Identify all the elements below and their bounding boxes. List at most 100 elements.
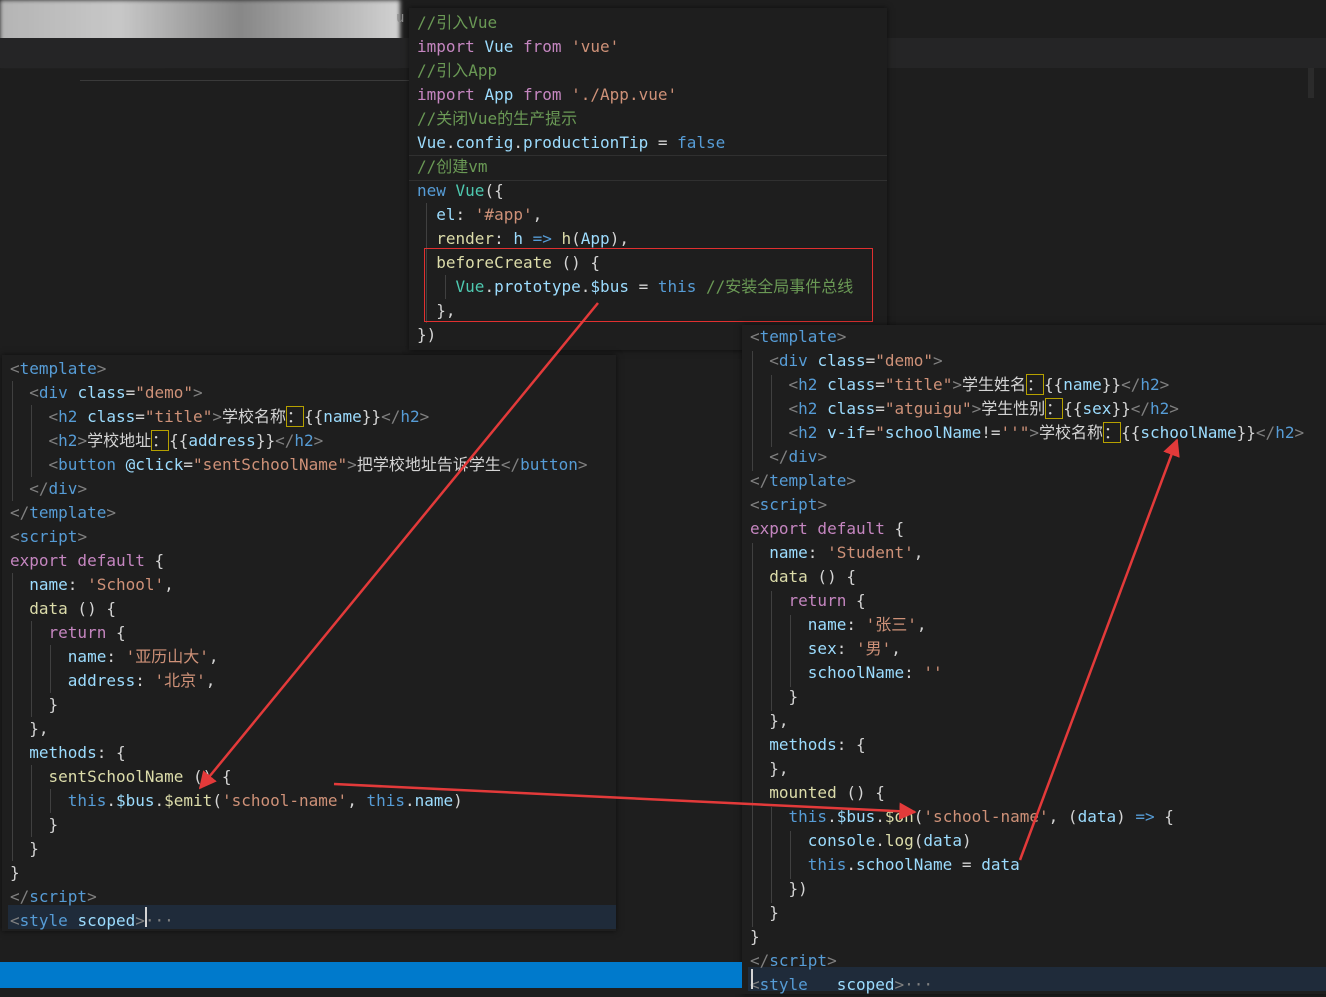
code-token: h2	[1149, 399, 1170, 418]
code-line[interactable]: return {	[10, 621, 126, 645]
code-token: schoolName	[855, 855, 953, 874]
code-token: '男'	[855, 639, 892, 658]
code-token: h2	[798, 399, 828, 418]
code-line[interactable]: }	[750, 925, 760, 949]
code-line[interactable]: name: 'Student',	[750, 541, 923, 565]
code-line[interactable]: methods: {	[10, 741, 125, 765]
code-line[interactable]: schoolName: ''	[750, 661, 943, 685]
code-line[interactable]: <template>	[750, 325, 846, 349]
code-token: {{	[1063, 399, 1083, 418]
code-line[interactable]: </div>	[750, 445, 827, 469]
code-line[interactable]: <div class="demo">	[750, 349, 942, 373]
code-line[interactable]: name: 'School',	[10, 573, 174, 597]
code-line[interactable]: return {	[750, 589, 866, 613]
code-line[interactable]: //引入Vue	[417, 11, 497, 35]
code-line[interactable]: el: '#app',	[417, 203, 542, 227]
code-line[interactable]: name: '亚历山大',	[10, 645, 219, 669]
code-token: config	[455, 133, 514, 152]
code-token: </	[500, 455, 521, 474]
code-line[interactable]: //引入App	[417, 59, 497, 83]
code-token: :	[904, 663, 924, 682]
code-token: //创建vm	[417, 157, 488, 176]
student-vue-editor-panel: <template> <div class="demo"> <h2 class=…	[742, 325, 1326, 994]
code-line[interactable]: },	[750, 709, 789, 733]
code-token: schoolName	[807, 663, 905, 682]
code-line[interactable]: <style scoped>···	[10, 909, 174, 933]
code-token: class	[827, 375, 876, 394]
code-line[interactable]: export default {	[10, 549, 164, 573]
code-token: <	[788, 423, 799, 442]
code-line[interactable]: //创建vm	[417, 155, 488, 179]
code-line[interactable]: this.$bus.$emit('school-name', this.name…	[10, 789, 463, 813]
code-line[interactable]: </script>	[10, 885, 97, 909]
code-token: schoolName	[884, 423, 982, 442]
code-line[interactable]: </script>	[750, 949, 837, 973]
code-token: }	[10, 863, 20, 882]
code-token: address	[188, 431, 256, 450]
code-line[interactable]: <div class="demo">	[10, 381, 202, 405]
code-line[interactable]: //关闭Vue的生产提示	[417, 107, 577, 131]
code-line[interactable]: methods: {	[750, 733, 865, 757]
code-token: {	[154, 551, 165, 570]
code-line[interactable]: sentSchoolName () {	[10, 765, 232, 789]
code-line[interactable]: }	[10, 837, 39, 861]
code-line[interactable]: <h2 class="title">学生姓名：{{name}}</h2>	[750, 373, 1169, 397]
code-line[interactable]: </div>	[10, 477, 87, 501]
code-line[interactable]: },	[750, 757, 788, 781]
code-line[interactable]: <h2 class="atguigu">学生性别：{{sex}}</h2>	[750, 397, 1179, 421]
code-line[interactable]: }	[750, 901, 779, 925]
code-token: {{	[1044, 375, 1064, 394]
code-line[interactable]: <button @click="sentSchoolName">把学校地址告诉学…	[10, 453, 588, 477]
code-token: },	[750, 711, 789, 730]
code-line[interactable]: <h2 class="title">学校名称：{{name}}</h2>	[10, 405, 429, 429]
code-token: ,	[532, 205, 543, 224]
code-line[interactable]: sex: '男',	[750, 637, 901, 661]
code-line[interactable]: export default {	[750, 517, 904, 541]
code-line[interactable]: }	[750, 685, 799, 709]
code-line[interactable]: <script>	[750, 493, 827, 517]
code-line[interactable]: <h2 v-if="schoolName!=''">学校名称：{{schoolN…	[750, 421, 1304, 445]
code-line[interactable]: new Vue({	[417, 179, 504, 203]
code-line[interactable]: },	[10, 717, 48, 741]
code-token: $emit	[164, 791, 213, 810]
code-line[interactable]: <style scoped>···	[750, 973, 933, 997]
code-line[interactable]: </template>	[750, 469, 856, 493]
code-token: sex	[1082, 399, 1112, 418]
code-token: )	[961, 831, 972, 850]
code-line[interactable]: Vue.config.productionTip = false	[417, 131, 725, 155]
code-token: >	[1159, 375, 1170, 394]
code-token: () {	[67, 599, 116, 618]
code-line[interactable]: console.log(data)	[750, 829, 972, 853]
code-token: false	[677, 133, 726, 152]
code-line[interactable]: address: '北京',	[10, 669, 216, 693]
code-line[interactable]: mounted () {	[750, 781, 885, 805]
code-line[interactable]: })	[417, 323, 436, 347]
code-token: >	[817, 495, 828, 514]
code-token: >	[577, 455, 588, 474]
code-token: </	[381, 407, 401, 426]
code-token: name	[1063, 375, 1102, 394]
code-line[interactable]: data () {	[750, 565, 856, 589]
code-line[interactable]: <h2>学校地址：{{address}}</h2>	[10, 429, 323, 453]
code-line[interactable]: this.schoolName = data	[750, 853, 1020, 877]
code-line[interactable]: import App from './App.vue'	[417, 83, 677, 107]
background-tab-label: u	[396, 10, 405, 26]
code-token: >	[952, 375, 962, 394]
code-token: }}	[1101, 375, 1122, 394]
code-line[interactable]: }	[10, 813, 59, 837]
code-line[interactable]: </template>	[10, 501, 116, 525]
code-token: <	[788, 375, 799, 394]
code-line[interactable]: })	[750, 877, 808, 901]
code-line[interactable]: <script>	[10, 525, 87, 549]
code-line[interactable]: data () {	[10, 597, 116, 621]
code-token: '#app'	[474, 205, 533, 224]
code-line[interactable]: }	[10, 693, 59, 717]
code-token: =	[648, 133, 678, 152]
code-line[interactable]: import Vue from 'vue'	[417, 35, 619, 59]
code-line[interactable]: <template>	[10, 357, 106, 381]
code-line[interactable]: name: '张三',	[750, 613, 927, 637]
code-line[interactable]: this.$bus.$on('school-name', (data) => {	[750, 805, 1174, 829]
code-token: =	[135, 407, 145, 426]
code-line[interactable]: }	[10, 861, 20, 885]
background-scrollbar[interactable]	[1308, 68, 1314, 98]
